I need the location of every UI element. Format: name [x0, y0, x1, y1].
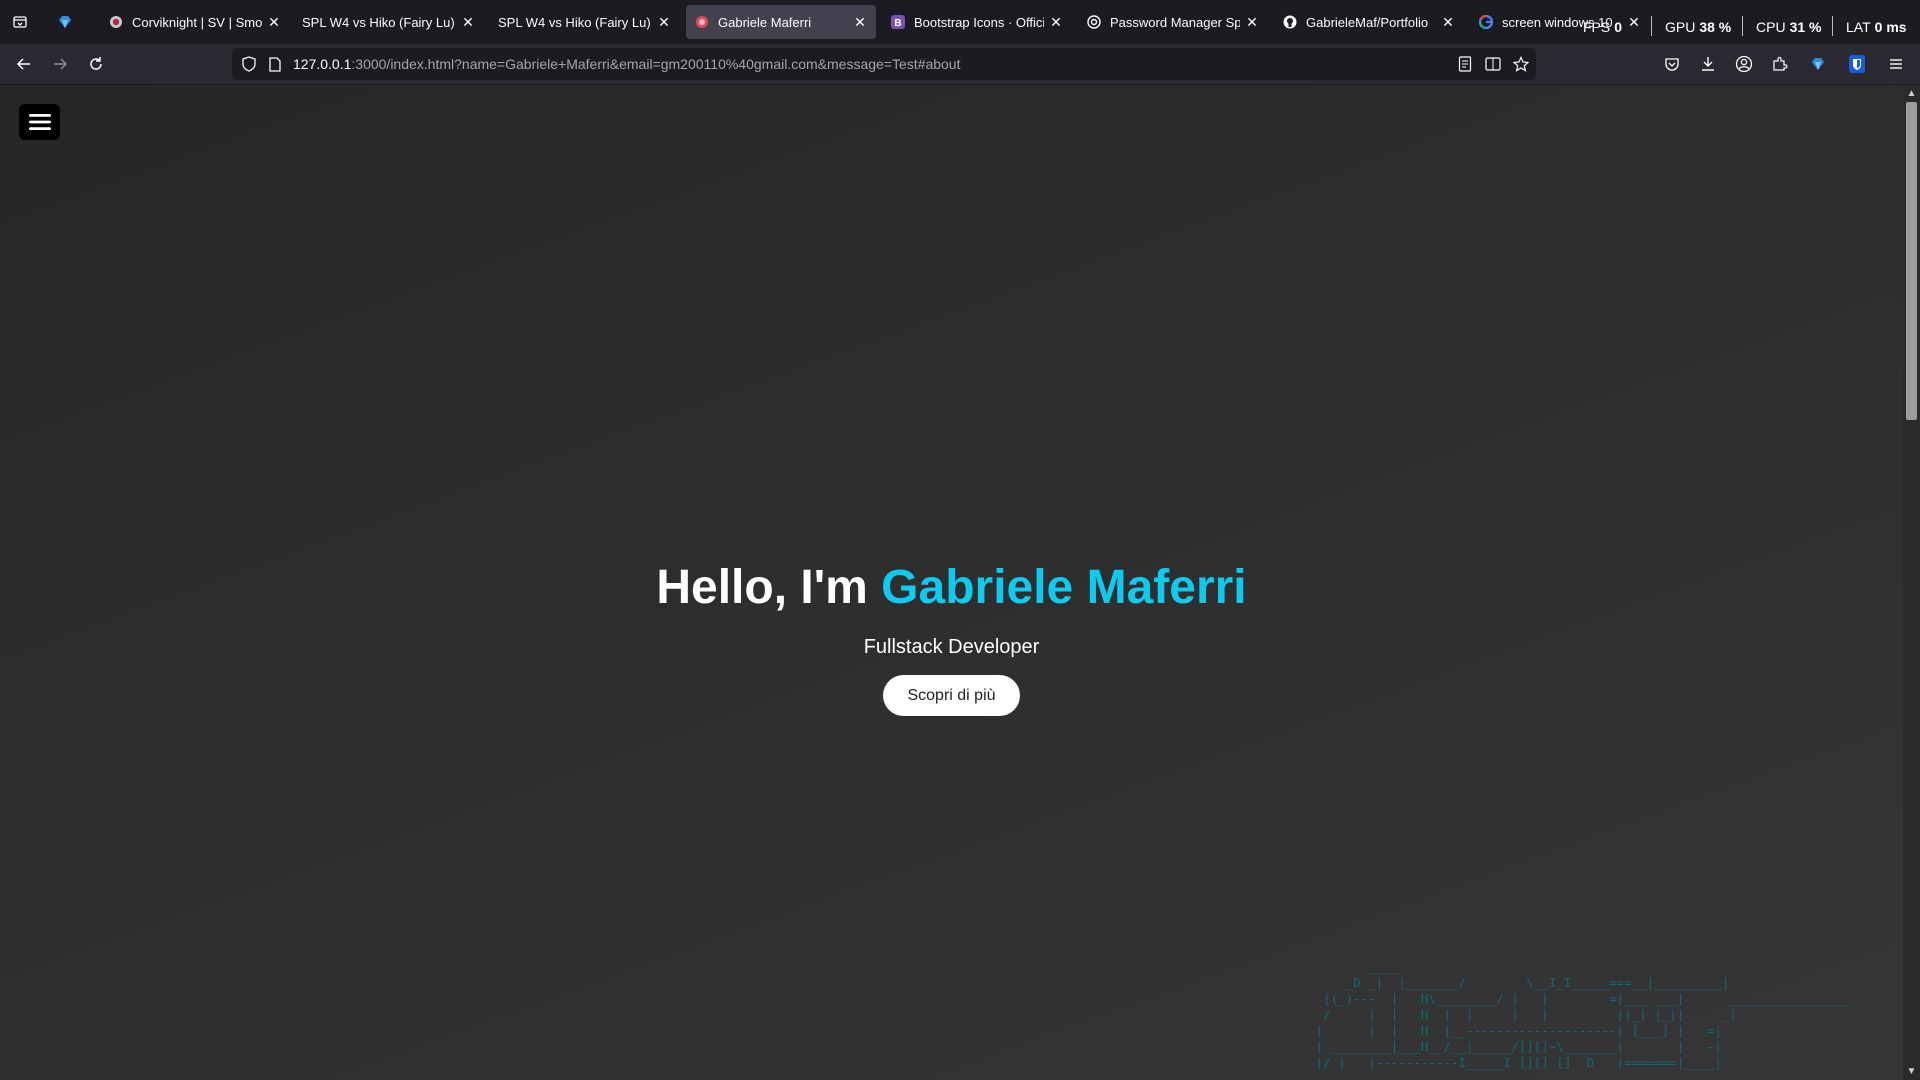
- pinned-tab[interactable]: [50, 6, 80, 38]
- back-arrow-icon: [16, 58, 30, 70]
- cpu-readout: CPU 31 %: [1756, 19, 1822, 35]
- tab-list-icon: [13, 16, 27, 28]
- tab-title: Corviknight | SV | Smogon: [132, 14, 262, 30]
- close-tab-icon[interactable]: ✕: [1626, 14, 1642, 30]
- menu-icon: [28, 114, 51, 130]
- divider: [1651, 16, 1652, 36]
- close-tab-icon[interactable]: ✕: [460, 14, 476, 30]
- tab-title: GabrieleMaf/Portfolio: [1306, 14, 1429, 30]
- divider: [1742, 16, 1743, 36]
- reader-view-icon[interactable]: [1457, 56, 1473, 72]
- tab-bootstrap-icons[interactable]: B Bootstrap Icons · Official o ✕: [882, 5, 1072, 39]
- discover-more-button[interactable]: Scopri di più: [883, 675, 1020, 716]
- tab-title: Bootstrap Icons · Official o: [914, 14, 1044, 30]
- hero-role: Fullstack Developer: [863, 636, 1040, 658]
- svg-text:B: B: [894, 18, 901, 29]
- tab-spl-1[interactable]: SPL W4 vs Hiko (Fairy Lu) ✕: [294, 5, 484, 39]
- diamond-extension-button[interactable]: [1808, 54, 1828, 74]
- diamond-icon: [59, 16, 71, 28]
- page-icon: [694, 14, 710, 30]
- tab-spl-2[interactable]: SPL W4 vs Hiko (Fairy Lu) ✕: [490, 5, 680, 39]
- bookmark-star-icon[interactable]: [1513, 56, 1529, 72]
- pocket-icon: [1665, 58, 1679, 71]
- gpu-readout: GPU 38 %: [1665, 19, 1732, 35]
- tab-title: Gabriele Maferri: [718, 14, 812, 30]
- hamburger-menu-icon: [1890, 59, 1902, 69]
- close-tab-icon[interactable]: ✕: [1440, 14, 1456, 30]
- close-tab-icon[interactable]: ✕: [266, 14, 282, 30]
- url-text[interactable]: 127.0.0.1:3000/index.html?name=Gabriele+…: [293, 56, 960, 72]
- latency-readout: LAT 0 ms: [1846, 19, 1907, 35]
- page-viewport: Hello, I'm Gabriele Maferri Fullstack De…: [0, 85, 1903, 1080]
- ascii-train-art: ____ _D _| |_______/ \__I_I_____===__|__…: [1315, 959, 1850, 1070]
- navigation-toolbar: 127.0.0.1:3000/index.html?name=Gabriele+…: [0, 44, 1920, 84]
- fps-readout: FPS 0: [1583, 19, 1623, 35]
- app-menu-button[interactable]: [1886, 54, 1906, 74]
- downloads-button[interactable]: [1698, 54, 1718, 74]
- extensions-button[interactable]: [1770, 54, 1790, 74]
- tab-title: SPL W4 vs Hiko (Fairy Lu): [302, 14, 455, 30]
- puzzle-icon: [1773, 56, 1788, 71]
- close-tab-icon[interactable]: ✕: [656, 14, 672, 30]
- tab-list-button[interactable]: [8, 10, 32, 34]
- page-info-icon[interactable]: [267, 56, 283, 72]
- translate-icon[interactable]: [1485, 56, 1501, 72]
- shield-icon[interactable]: [241, 56, 257, 72]
- page-scrollbar[interactable]: ▲ ▼: [1903, 85, 1920, 1080]
- bitwarden-button[interactable]: [1847, 54, 1867, 74]
- bootstrap-icon: B: [890, 14, 906, 30]
- tab-title: Password Manager Specifi: [1110, 14, 1240, 30]
- sidebar-toggle-button[interactable]: [19, 104, 60, 140]
- close-tab-icon[interactable]: ✕: [852, 14, 868, 30]
- reload-button[interactable]: [84, 52, 108, 76]
- url-bar[interactable]: 127.0.0.1:3000/index.html?name=Gabriele+…: [232, 48, 1536, 80]
- tab-google-search[interactable]: screen windows 10 - Cerca ✕: [1470, 5, 1650, 39]
- hero-greeting: Hello, I'm: [656, 561, 868, 614]
- close-tab-icon[interactable]: ✕: [1048, 14, 1064, 30]
- tab-github-portfolio[interactable]: GabrieleMaf/Portfolio ✕: [1274, 5, 1464, 39]
- hero-name: Gabriele Maferri: [881, 561, 1247, 614]
- scroll-thumb[interactable]: [1906, 102, 1917, 420]
- bitwarden-icon: [1849, 55, 1865, 73]
- scroll-up-arrow-icon[interactable]: ▲: [1903, 85, 1920, 102]
- close-tab-icon[interactable]: ✕: [1244, 14, 1260, 30]
- pocket-button[interactable]: [1662, 54, 1682, 74]
- tab-corviknight[interactable]: Corviknight | SV | Smogon ✕: [100, 5, 290, 39]
- forward-button[interactable]: [48, 52, 72, 76]
- scroll-down-arrow-icon[interactable]: ▼: [1903, 1063, 1920, 1080]
- download-icon: [1702, 57, 1714, 71]
- openai-icon: [1086, 14, 1102, 30]
- forward-arrow-icon: [54, 58, 68, 70]
- tab-password-manager[interactable]: Password Manager Specifi ✕: [1078, 5, 1268, 39]
- account-button[interactable]: [1734, 54, 1754, 74]
- back-button[interactable]: [12, 52, 36, 76]
- account-icon: [1735, 55, 1753, 73]
- tab-strip: Corviknight | SV | Smogon ✕ SPL W4 vs Hi…: [0, 0, 1920, 44]
- diamond-icon: [1812, 58, 1824, 70]
- tab-gabriele-maferri[interactable]: Gabriele Maferri ✕: [686, 5, 876, 39]
- google-icon: [1478, 14, 1494, 30]
- smogon-icon: [108, 14, 124, 30]
- divider: [1832, 16, 1833, 36]
- tab-title: SPL W4 vs Hiko (Fairy Lu): [498, 14, 651, 30]
- hero-heading: Hello, I'm Gabriele Maferri: [0, 560, 1903, 616]
- reload-icon: [90, 57, 102, 70]
- hero-section: Hello, I'm Gabriele Maferri Fullstack De…: [0, 560, 1903, 716]
- github-icon: [1282, 14, 1298, 30]
